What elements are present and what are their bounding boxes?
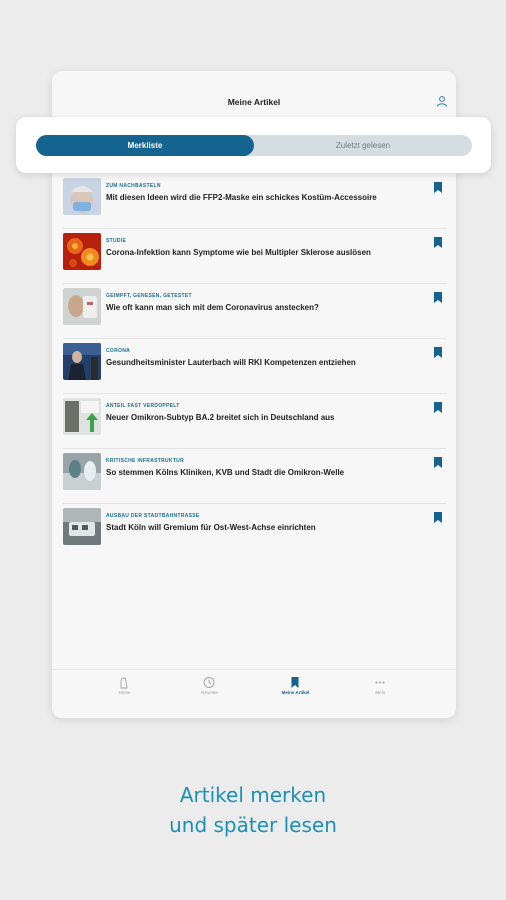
tab-home[interactable]: Home [82, 670, 167, 718]
promo-line-1: Artikel merken [179, 783, 327, 807]
bottom-tab-bar: Home Neueste Meine Artikel Mehr [52, 669, 456, 718]
tab-merkliste[interactable]: Merkliste [36, 135, 254, 156]
article-kicker: Anteil fast verdoppelt [106, 403, 180, 409]
bookmark-icon[interactable] [434, 237, 442, 248]
article-kicker: Ausbau der Stadtbahntrasse [106, 513, 200, 519]
article-headline: Neuer Omikron-Subtyp BA.2 breitet sich i… [106, 413, 335, 422]
list-item[interactable]: Studie Corona-Infektion kann Symptome wi… [63, 229, 447, 284]
bookmark-icon[interactable] [434, 292, 442, 303]
segmented-control-card: Merkliste Zuletzt gelesen [16, 117, 491, 173]
home-icon [120, 677, 128, 689]
list-item[interactable]: Kritische Infrastruktur So stemmen Kölns… [63, 449, 447, 504]
bookmark-icon [291, 677, 299, 688]
bookmark-icon[interactable] [434, 457, 442, 468]
tab-label: Home [118, 690, 131, 695]
thumbnail-image [63, 233, 101, 270]
list-item[interactable]: Corona Gesundheitsminister Lauterbach wi… [63, 339, 447, 394]
list-item[interactable]: Geimpft, genesen, getestet Wie oft kann … [63, 284, 447, 339]
article-kicker: Kritische Infrastruktur [106, 458, 185, 464]
tab-neueste[interactable]: Neueste [167, 670, 252, 718]
more-icon [375, 681, 385, 684]
tab-zuletzt-gelesen[interactable]: Zuletzt gelesen [254, 135, 472, 156]
article-headline: Gesundheitsminister Lauterbach will RKI … [106, 358, 356, 367]
bookmark-icon[interactable] [434, 512, 442, 523]
clock-icon [203, 677, 215, 688]
article-kicker: Studie [106, 238, 127, 244]
tab-mehr[interactable]: Mehr [338, 670, 423, 718]
article-kicker: Geimpft, genesen, getestet [106, 293, 192, 299]
tab-label: Meine Artikel [281, 690, 310, 695]
user-icon[interactable] [436, 95, 448, 107]
article-headline: Stadt Köln will Gremium für Ost-West-Ach… [106, 523, 316, 532]
list-item[interactable]: Zum Nachbasteln Mit diesen Ideen wird di… [63, 174, 447, 229]
article-kicker: Zum Nachbasteln [106, 183, 161, 189]
article-headline: Wie oft kann man sich mit dem Coronaviru… [106, 303, 319, 312]
bookmark-icon[interactable] [434, 182, 442, 193]
tab-meine-artikel[interactable]: Meine Artikel [253, 670, 338, 718]
article-kicker: Corona [106, 348, 131, 354]
tab-label: Mehr [375, 690, 386, 695]
thumbnail-image [63, 398, 101, 435]
article-list: Zum Nachbasteln Mit diesen Ideen wird di… [63, 174, 447, 559]
thumbnail-image [63, 453, 101, 490]
bookmark-icon[interactable] [434, 347, 442, 358]
bookmark-icon[interactable] [434, 402, 442, 413]
thumbnail-image [63, 343, 101, 380]
list-item[interactable]: Ausbau der Stadtbahntrasse Stadt Köln wi… [63, 504, 447, 559]
article-headline: So stemmen Kölns Kliniken, KVB und Stadt… [106, 468, 345, 477]
thumbnail-image [63, 178, 101, 215]
article-headline: Mit diesen Ideen wird die FFP2-Maske ein… [106, 193, 377, 202]
thumbnail-image [63, 288, 101, 325]
tab-label: Neueste [201, 690, 218, 695]
thumbnail-image [63, 508, 101, 545]
segmented-control: Merkliste Zuletzt gelesen [36, 135, 472, 156]
promo-caption: Artikel merken und später lesen [0, 780, 506, 840]
promo-line-2: und später lesen [169, 813, 337, 837]
article-headline: Corona-Infektion kann Symptome wie bei M… [106, 248, 371, 257]
list-item[interactable]: Anteil fast verdoppelt Neuer Omikron-Sub… [63, 394, 447, 449]
page-title: Meine Artikel [227, 97, 281, 107]
